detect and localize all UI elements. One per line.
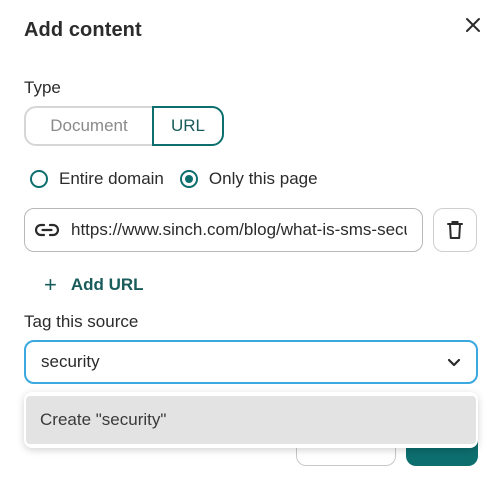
radio-checked-icon: [179, 170, 198, 188]
url-field: [24, 208, 423, 252]
radio-label-entire-domain: Entire domain: [59, 169, 164, 188]
type-option-url[interactable]: URL: [152, 106, 224, 146]
dialog-title: Add content: [24, 19, 142, 41]
trash-icon: [447, 221, 463, 239]
create-tag-option[interactable]: Create "security": [26, 396, 476, 444]
url-input[interactable]: [71, 220, 407, 240]
tag-combobox: [24, 340, 478, 384]
tag-label: Tag this source: [24, 312, 139, 331]
radio-label-only-this-page: Only this page: [208, 169, 318, 188]
chevron-down-icon[interactable]: [446, 354, 462, 370]
plus-icon: +: [44, 272, 57, 297]
tag-dropdown: Create "security": [24, 392, 478, 448]
add-url-button[interactable]: + Add URL: [44, 274, 144, 296]
type-segmented-control: Document URL: [24, 106, 224, 146]
add-content-dialog: Add content Type Document URL Entire dom…: [0, 0, 503, 481]
type-label: Type: [24, 78, 61, 97]
radio-unchecked-icon: [30, 170, 48, 188]
close-icon: [466, 18, 480, 32]
type-option-document[interactable]: Document: [24, 106, 152, 146]
radio-only-this-page[interactable]: Only this page: [179, 169, 318, 189]
radio-entire-domain[interactable]: Entire domain: [30, 169, 164, 189]
link-icon: [35, 223, 61, 237]
tag-input[interactable]: [41, 352, 431, 372]
delete-url-button[interactable]: [433, 208, 477, 252]
scope-radio-group: Entire domain Only this page: [30, 169, 318, 189]
close-button[interactable]: [458, 10, 488, 40]
add-url-label: Add URL: [70, 275, 144, 294]
